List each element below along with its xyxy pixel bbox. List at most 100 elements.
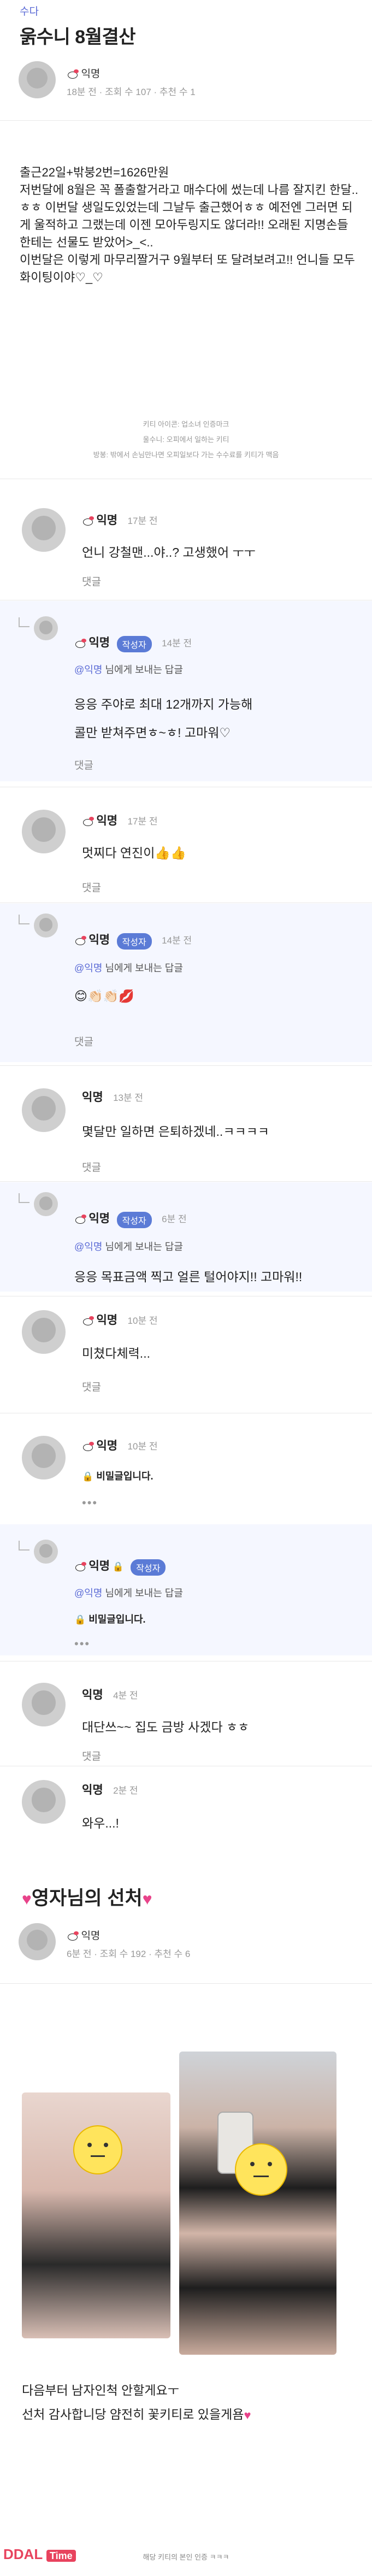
reply-button[interactable]: 댓글: [82, 1379, 101, 1394]
lock-icon: 🔒: [112, 1561, 124, 1572]
second-post-line-2-wrap: 선처 감사합니당 얌전히 꽃키티로 있을게욤♥: [22, 2404, 251, 2422]
comment-author: 익명: [82, 1784, 103, 1796]
reply-arrow-icon: [19, 617, 29, 627]
author-name: 익명: [81, 1930, 101, 1942]
quote-target[interactable]: @익명: [74, 1588, 102, 1599]
comment-text: 멋찌다 연진이👍👍: [82, 846, 186, 860]
reply-quote: @익명 님에게 보내는 답글: [74, 960, 183, 975]
comment: 익명 17분 전 멋찌다 연진이👍👍 댓글: [0, 788, 372, 903]
comment-time: 17분 전: [127, 816, 158, 827]
comment-avatar: [34, 1540, 58, 1564]
comment-avatar: [34, 913, 58, 938]
author-avatar: [19, 61, 56, 98]
reply-button[interactable]: 댓글: [74, 1034, 93, 1048]
post-title: 욹수니 8월결산: [20, 27, 136, 48]
quote-suffix: 님에게 보내는 답글: [102, 963, 183, 974]
reply-arrow-icon: [19, 1193, 29, 1203]
post-likes: 추천 수 1: [159, 87, 196, 97]
post-meta: 18분 전 · 조회 수 107 · 추천 수 1: [67, 87, 196, 97]
quote-suffix: 님에게 보내는 답글: [102, 1241, 183, 1252]
comment-author: 익명: [88, 1212, 110, 1225]
comment-avatar: [22, 810, 66, 853]
comment-time: 13분 전: [113, 1093, 144, 1103]
reply-button[interactable]: 댓글: [74, 757, 93, 772]
author-badge: 작성자: [116, 933, 152, 950]
hello-kitty-icon: [82, 1441, 94, 1452]
author-line: 익명: [67, 1927, 100, 1942]
quote-target[interactable]: @익명: [74, 664, 102, 675]
lock-icon: 🔒: [74, 1614, 86, 1625]
author-badge: 작성자: [131, 1559, 166, 1576]
comment-avatar: [22, 1436, 66, 1479]
comment-avatar: [22, 1683, 66, 1726]
more-icon[interactable]: •••: [74, 1637, 90, 1651]
comment-time: 17분 전: [127, 516, 158, 526]
reply-quote: @익명 님에게 보내는 답글: [74, 662, 183, 676]
quote-target[interactable]: @익명: [74, 1241, 102, 1252]
hello-kitty-icon: [74, 1214, 86, 1224]
comment-text: 응응 주야로 최대 12개까지 가능해: [74, 697, 253, 711]
comment-text: 미쳤다체력...: [82, 1346, 150, 1360]
comment-text: 응응 목표금액 찍고 얼른 털어야지!! 고마워!!: [74, 1270, 303, 1284]
post-body: 출근22일+밖붕2번=1626만원 저번달에 8월은 꼭 폴출할거라고 매수다에…: [20, 166, 358, 284]
comment-avatar: [22, 1088, 66, 1132]
hello-kitty-icon: [67, 69, 79, 79]
comment-avatar: [22, 1310, 66, 1354]
comment-text: 😊👏🏻👏🏻💋: [74, 989, 134, 1003]
more-icon[interactable]: •••: [82, 1496, 98, 1510]
photo-right: [179, 2052, 336, 2355]
hello-kitty-icon: [82, 516, 94, 526]
header-divider: [0, 120, 372, 121]
quote-suffix: 님에게 보내는 답글: [102, 1588, 183, 1599]
smile-sticker-icon: [73, 2125, 122, 2174]
header-divider: [0, 1983, 372, 1984]
secret-comment: 🔒 비밀글입니다.: [74, 1612, 146, 1626]
comment-author: 익명: [96, 815, 118, 827]
comment-author: 익명: [82, 1091, 103, 1104]
notice-line-1: 키티 아이콘: 업소녀 인증마크: [143, 420, 229, 428]
hello-kitty-icon: [74, 638, 86, 649]
comment-text: 대단쓰~~ 집도 금방 사겠다 ㅎㅎ: [82, 1720, 250, 1734]
post-category[interactable]: 수다: [20, 3, 39, 18]
comment: 익명 10분 전 미쳤다체력... 댓글: [0, 1297, 372, 1412]
comment-text: 콜만 받쳐주면ㅎ~ㅎ! 고마워♡: [74, 726, 231, 740]
reply-comment: 익명 작성자 14분 전 @익명 님에게 보내는 답글 응응 주야로 최대 12…: [0, 601, 372, 781]
comment-author: 익명: [88, 1560, 110, 1572]
reply-button[interactable]: 댓글: [82, 574, 101, 588]
notice-line-2: 울수니: 오피에서 일하는 키티: [143, 435, 229, 444]
comment-author: 익명: [88, 934, 110, 946]
comment-author: 익명: [96, 1314, 118, 1327]
quote-target[interactable]: @익명: [74, 963, 102, 974]
comment-avatar: [34, 616, 58, 640]
reply-quote: @익명 님에게 보내는 답글: [74, 1239, 183, 1253]
comment-author: 익명: [96, 1440, 118, 1452]
second-post-title-text: 영자님의 선처: [31, 1888, 143, 1909]
comment-text: 몇달만 일하면 은퇴하겠네..ㅋㅋㅋㅋ: [82, 1124, 269, 1139]
lock-icon: 🔒: [82, 1471, 94, 1482]
comment: 익명 2분 전 와우...!: [0, 1767, 372, 1838]
reply-button[interactable]: 댓글: [82, 1748, 101, 1763]
comment-author: 익명: [88, 636, 110, 649]
comment: 익명 4분 전 대단쓰~~ 집도 금방 사겠다 ㅎㅎ 댓글: [0, 1662, 372, 1766]
second-post-line-1: 다음부터 남자인척 안할게요ㅜ: [22, 2383, 179, 2397]
author-line: 익명: [67, 66, 100, 80]
reply-quote: @익명 님에게 보내는 답글: [74, 1585, 183, 1600]
hello-kitty-icon: [82, 816, 94, 827]
comment-text: 비밀글입니다.: [88, 1614, 146, 1625]
reply-arrow-icon: [19, 915, 29, 924]
reply-arrow-icon: [19, 1541, 29, 1551]
comment-text: 와우...!: [82, 1816, 119, 1830]
heart-icon: ♥: [22, 1890, 32, 1908]
comment: 익명 13분 전 몇달만 일하면 은퇴하겠네..ㅋㅋㅋㅋ 댓글: [0, 1066, 372, 1176]
comment-time: 14분 전: [162, 638, 192, 649]
second-post-line-2: 선처 감사합니당 얌전히 꽃키티로 있을게욤: [22, 2407, 244, 2421]
post-time: 18분 전: [67, 87, 97, 97]
reply-button[interactable]: 댓글: [82, 1159, 101, 1174]
comment-time: 14분 전: [162, 935, 192, 946]
comment-time: 10분 전: [127, 1441, 158, 1452]
comment-time: 2분 전: [113, 1785, 138, 1796]
post-views: 조회 수 192: [99, 1949, 146, 1959]
reply-button[interactable]: 댓글: [82, 880, 101, 894]
notice-line-3: 방봉: 밖에서 손님만나면 오피일보다 가는 수수료를 키티가 맥음: [93, 451, 279, 459]
heart-icon: ♥: [142, 1890, 152, 1908]
